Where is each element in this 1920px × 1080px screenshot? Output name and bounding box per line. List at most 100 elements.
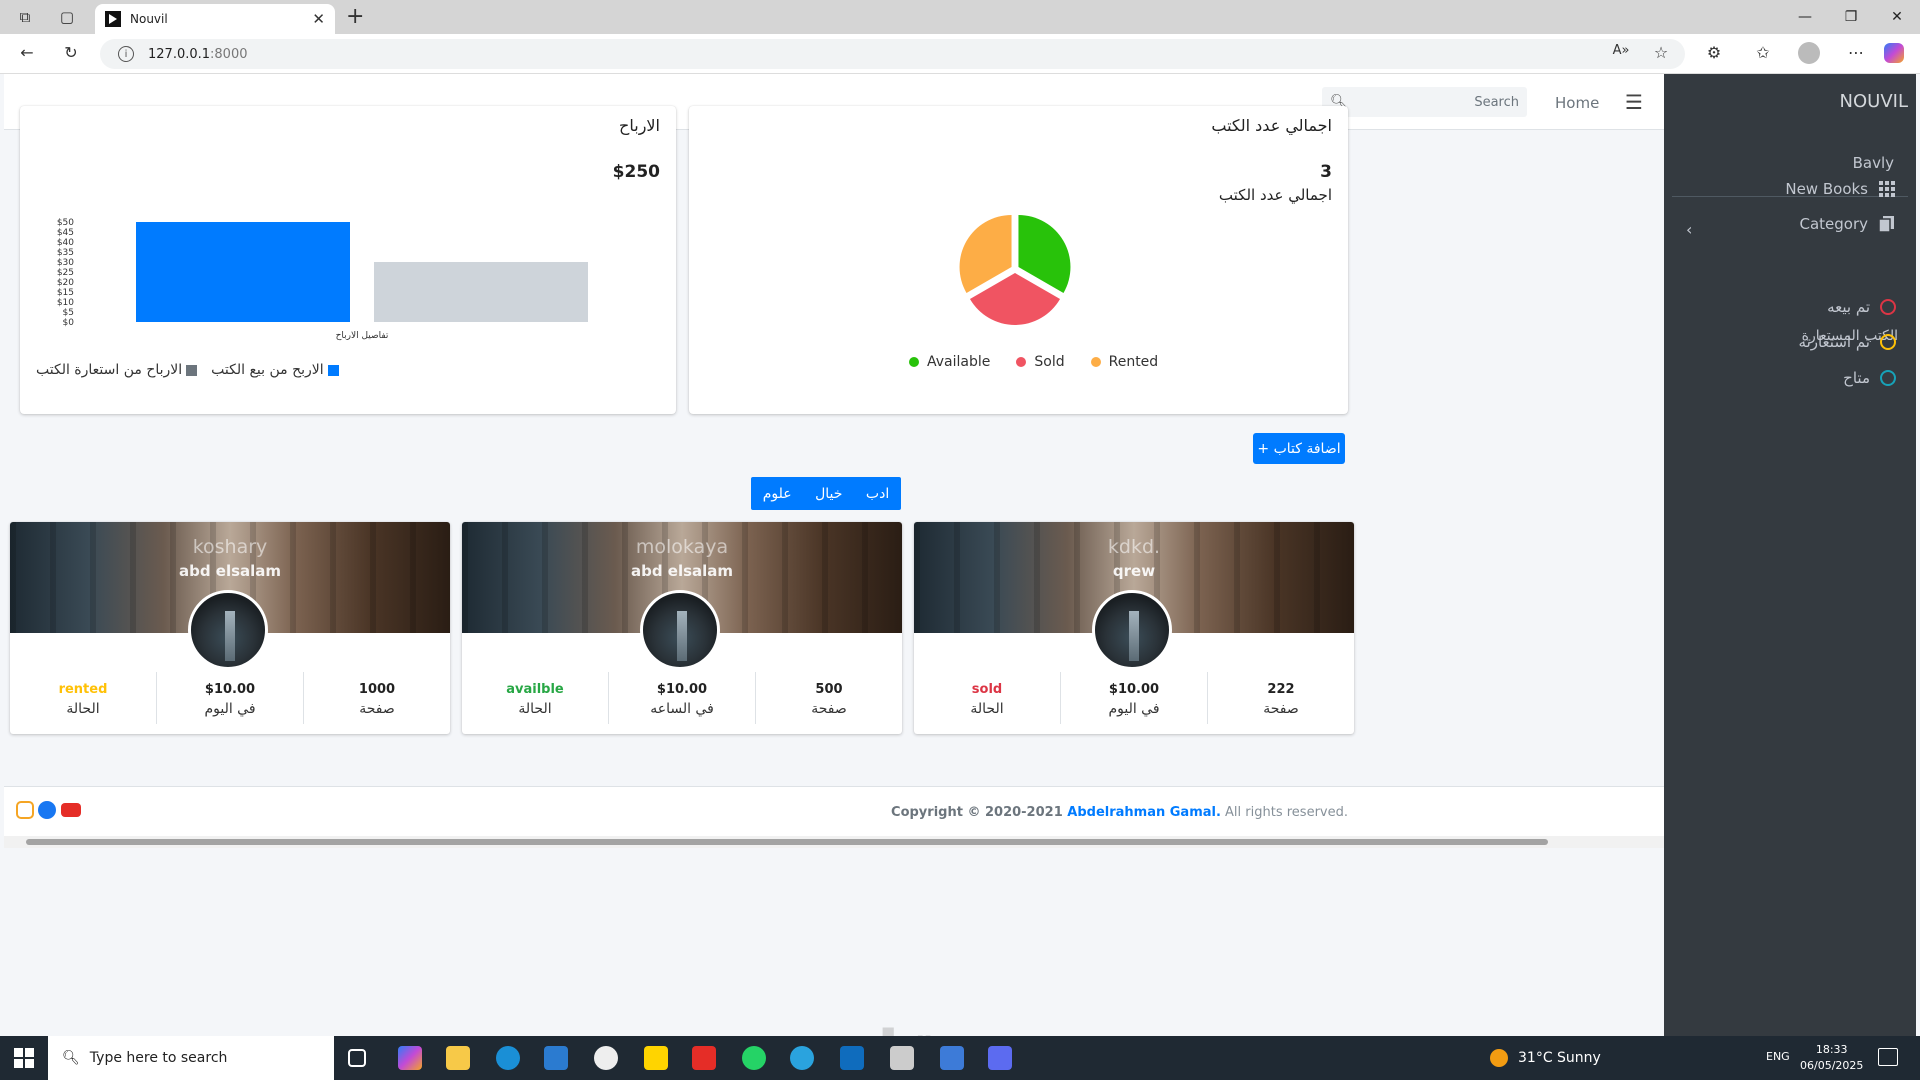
window-controls: — ❐ ✕ xyxy=(1782,0,1920,34)
app-icon[interactable] xyxy=(988,1046,1012,1070)
stat-status: availble الحالة xyxy=(462,672,608,724)
bar-1[interactable] xyxy=(374,262,588,322)
status-value: sold xyxy=(971,682,1003,697)
hamburger-menu-icon[interactable]: ☰ xyxy=(1625,90,1643,114)
whatsapp-icon[interactable] xyxy=(742,1046,766,1070)
copilot-app-icon[interactable] xyxy=(398,1046,422,1070)
refresh-icon[interactable]: ↻ xyxy=(60,43,82,62)
scrollbar-thumb[interactable] xyxy=(26,839,1548,845)
copilot-icon[interactable] xyxy=(1884,43,1904,63)
stat-label: الحالة xyxy=(518,701,552,717)
sidebar-item-new-books[interactable]: New Books xyxy=(1785,180,1896,198)
legend-swatch-blue xyxy=(327,364,339,376)
extensions-icon[interactable]: ⚙ xyxy=(1703,43,1725,62)
sidebar: NOUVIL Bavly New Books ‹ Category الكتب … xyxy=(1664,74,1916,1036)
legend-label: Rented xyxy=(1108,354,1159,370)
favorites-icon[interactable]: ✩ xyxy=(1752,43,1774,62)
copyright-author-link[interactable]: Abdelrahman Gamal. xyxy=(1067,805,1221,820)
taskbar-search-field[interactable]: 🔍︎ Type here to search xyxy=(48,1036,334,1080)
stat-pages: 1000 صفحة xyxy=(303,672,450,724)
site-info-icon[interactable]: i xyxy=(118,46,134,62)
read-aloud-icon[interactable]: A» xyxy=(1610,43,1632,58)
sidebar-item-rented[interactable]: تم استعارته xyxy=(1799,333,1896,351)
vscode-icon[interactable] xyxy=(544,1046,568,1070)
bar-0[interactable] xyxy=(136,222,350,322)
outlook-icon[interactable] xyxy=(840,1046,864,1070)
tab-science[interactable]: علوم xyxy=(763,486,792,502)
tab-actions-icon[interactable]: ▢ xyxy=(58,8,76,26)
legend-item-sold[interactable]: Sold xyxy=(1016,354,1065,370)
edge-browser-icon[interactable] xyxy=(496,1046,520,1070)
books-pie-chart xyxy=(959,215,1071,325)
url-field[interactable]: i 127.0.0.1:8000 xyxy=(100,39,1685,69)
task-view-icon[interactable] xyxy=(348,1049,366,1067)
tab-literature[interactable]: ادب xyxy=(866,486,889,502)
back-icon[interactable]: ← xyxy=(16,43,38,62)
profit-bar-chart: $50$45$40$35$30$25$20$15$10$5$0 تفاصيل ال… xyxy=(57,218,588,341)
copyright-prefix: Copyright © 2020-2021 xyxy=(891,805,1068,820)
instagram-icon[interactable] xyxy=(16,801,34,819)
taskbar-search-placeholder: Type here to search xyxy=(89,1050,228,1066)
legend-dot-orange xyxy=(1090,357,1101,367)
watermark: مستقل xyxy=(844,1018,1078,1036)
pie-chart-legend: Available Sold Rented xyxy=(909,354,1158,370)
sidebar-item-sold[interactable]: تم بيعه xyxy=(1827,298,1896,316)
windows-taskbar: 🔍︎ Type here to search 31°C Sunny ENG 18… xyxy=(0,1036,1920,1080)
profile-avatar-icon[interactable] xyxy=(1798,42,1820,64)
close-window-icon[interactable]: ✕ xyxy=(1874,0,1920,34)
book-card[interactable]: kdkd. qrew 222 صفحة $10.00 في اليوم sold ال… xyxy=(914,522,1354,734)
workspaces-icon[interactable]: ⧉ xyxy=(16,8,34,26)
more-menu-icon[interactable]: ⋯ xyxy=(1845,43,1867,62)
legend-swatch-gray xyxy=(186,364,198,376)
store-icon[interactable] xyxy=(890,1046,914,1070)
tab-fiction[interactable]: خيال xyxy=(815,486,842,502)
system-clock[interactable]: 18:33 06/05/2025 xyxy=(1800,1042,1863,1074)
book-avatar xyxy=(640,590,720,670)
copyright-text: Copyright © 2020-2021 Abdelrahman Gamal.… xyxy=(891,805,1348,820)
favorite-star-icon[interactable]: ☆ xyxy=(1650,43,1672,62)
copyright-suffix: All rights reserved. xyxy=(1220,805,1348,820)
brand-logo[interactable]: NOUVIL xyxy=(1840,91,1908,112)
chevron-left-icon[interactable]: ‹ xyxy=(1686,220,1692,239)
book-title: kdkd. xyxy=(1107,536,1161,558)
search-field[interactable]: 🔍︎ Search xyxy=(1322,87,1527,117)
legend-item-available[interactable]: Available xyxy=(909,354,990,370)
url-port: :8000 xyxy=(210,46,248,62)
app-icon[interactable] xyxy=(940,1046,964,1070)
restore-icon[interactable]: ❐ xyxy=(1828,0,1874,34)
profit-total: $250 xyxy=(612,162,660,182)
legend-item-sales[interactable]: الاربح من بيع الكتب xyxy=(211,362,339,378)
book-card[interactable]: koshary abd elsalam 1000 صفحة $10.00 في ال… xyxy=(10,522,450,734)
legend-item-rentals[interactable]: الارباح من استعارة الكتب xyxy=(36,362,198,378)
add-book-button[interactable]: + اضافة كتاب xyxy=(1253,433,1345,464)
books-count-card: اجمالي عدد الكتب 3 اجمالي عدد الكتب Avai… xyxy=(689,106,1348,414)
sticky-notes-icon[interactable] xyxy=(644,1046,668,1070)
book-stats: 1000 صفحة $10.00 في اليوم rented الحالة xyxy=(10,672,450,724)
youtube-app-icon[interactable] xyxy=(692,1046,716,1070)
browser-tab[interactable]: Nouvil ✕ xyxy=(95,4,335,34)
stat-label: في اليوم xyxy=(1108,701,1160,717)
page-footer: Copyright © 2020-2021 Abdelrahman Gamal.… xyxy=(4,786,1664,841)
legend-item-rented[interactable]: Rented xyxy=(1090,354,1159,370)
weather-widget[interactable]: 31°C Sunny xyxy=(1490,1049,1601,1067)
stat-price: $10.00 في الساعه xyxy=(608,672,755,724)
notifications-icon[interactable] xyxy=(1878,1048,1898,1066)
youtube-icon[interactable] xyxy=(61,803,81,817)
sidebar-item-available[interactable]: متاح xyxy=(1843,369,1896,387)
language-indicator[interactable]: ENG xyxy=(1766,1050,1790,1063)
windows-start-icon[interactable] xyxy=(14,1048,34,1068)
facebook-icon[interactable] xyxy=(38,801,56,819)
close-tab-icon[interactable]: ✕ xyxy=(312,10,325,28)
minimize-icon[interactable]: — xyxy=(1782,0,1828,34)
user-name[interactable]: Bavly xyxy=(1853,154,1894,172)
book-card[interactable]: molokaya abd elsalam 500 صفحة $10.00 في ال… xyxy=(462,522,902,734)
sidebar-item-label: تم بيعه xyxy=(1827,298,1870,316)
file-explorer-icon[interactable] xyxy=(446,1046,470,1070)
telegram-icon[interactable] xyxy=(790,1046,814,1070)
y-tick-label: $0 xyxy=(63,318,75,328)
chatgpt-icon[interactable] xyxy=(594,1046,618,1070)
new-tab-icon[interactable]: + xyxy=(346,4,364,29)
sidebar-item-category[interactable]: Category xyxy=(1799,215,1896,233)
home-link[interactable]: Home xyxy=(1555,94,1599,112)
horizontal-scrollbar[interactable] xyxy=(4,836,1664,848)
